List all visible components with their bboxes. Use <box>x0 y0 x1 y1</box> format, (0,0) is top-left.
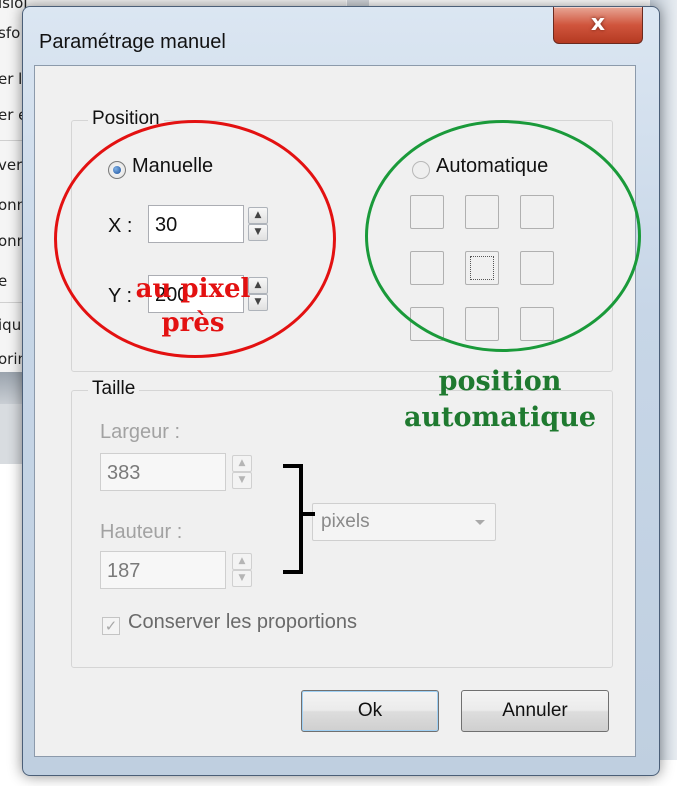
keep-ratio-label[interactable]: Conserver les proportions <box>128 611 357 634</box>
width-spinner[interactable]: ▲ ▼ <box>232 453 254 491</box>
height-spinner[interactable]: ▲ ▼ <box>232 551 254 589</box>
dialog-titlebar[interactable]: Paramétrage manuel x <box>23 7 659 73</box>
height-spin-down-icon[interactable]: ▼ <box>232 570 252 587</box>
height-input[interactable]: 187 <box>100 551 226 589</box>
red-note-line-2: près <box>161 308 225 338</box>
annotation-bracket <box>283 464 303 574</box>
green-annotation-note: position automatique <box>390 364 610 436</box>
width-spin-down-icon[interactable]: ▼ <box>232 472 252 489</box>
green-annotation-circle <box>365 120 641 352</box>
chevron-down-icon <box>475 520 485 525</box>
red-note-line-1: au pixel <box>135 274 251 304</box>
red-annotation-note: au pixel près <box>118 272 268 340</box>
close-icon: x <box>590 11 606 36</box>
size-group-label: Taille <box>88 378 140 400</box>
width-input[interactable]: 383 <box>100 453 226 491</box>
keep-ratio-checkbox[interactable]: ✓ <box>102 617 120 635</box>
annotation-bracket-tick <box>303 512 315 516</box>
green-note-line-2: automatique <box>403 402 597 433</box>
unit-select-value: pixels <box>321 511 370 532</box>
height-label: Hauteur : <box>100 521 183 543</box>
height-spin-up-icon[interactable]: ▲ <box>232 553 252 570</box>
green-note-line-1: position <box>438 366 562 397</box>
width-label: Largeur : <box>100 421 181 443</box>
ok-button[interactable]: Ok <box>301 690 439 732</box>
unit-select[interactable]: pixels <box>312 503 496 541</box>
close-button[interactable]: x <box>553 7 643 44</box>
cancel-button[interactable]: Annuler <box>461 690 609 732</box>
dialog-title: Paramétrage manuel <box>39 31 226 53</box>
width-spin-up-icon[interactable]: ▲ <box>232 455 252 472</box>
